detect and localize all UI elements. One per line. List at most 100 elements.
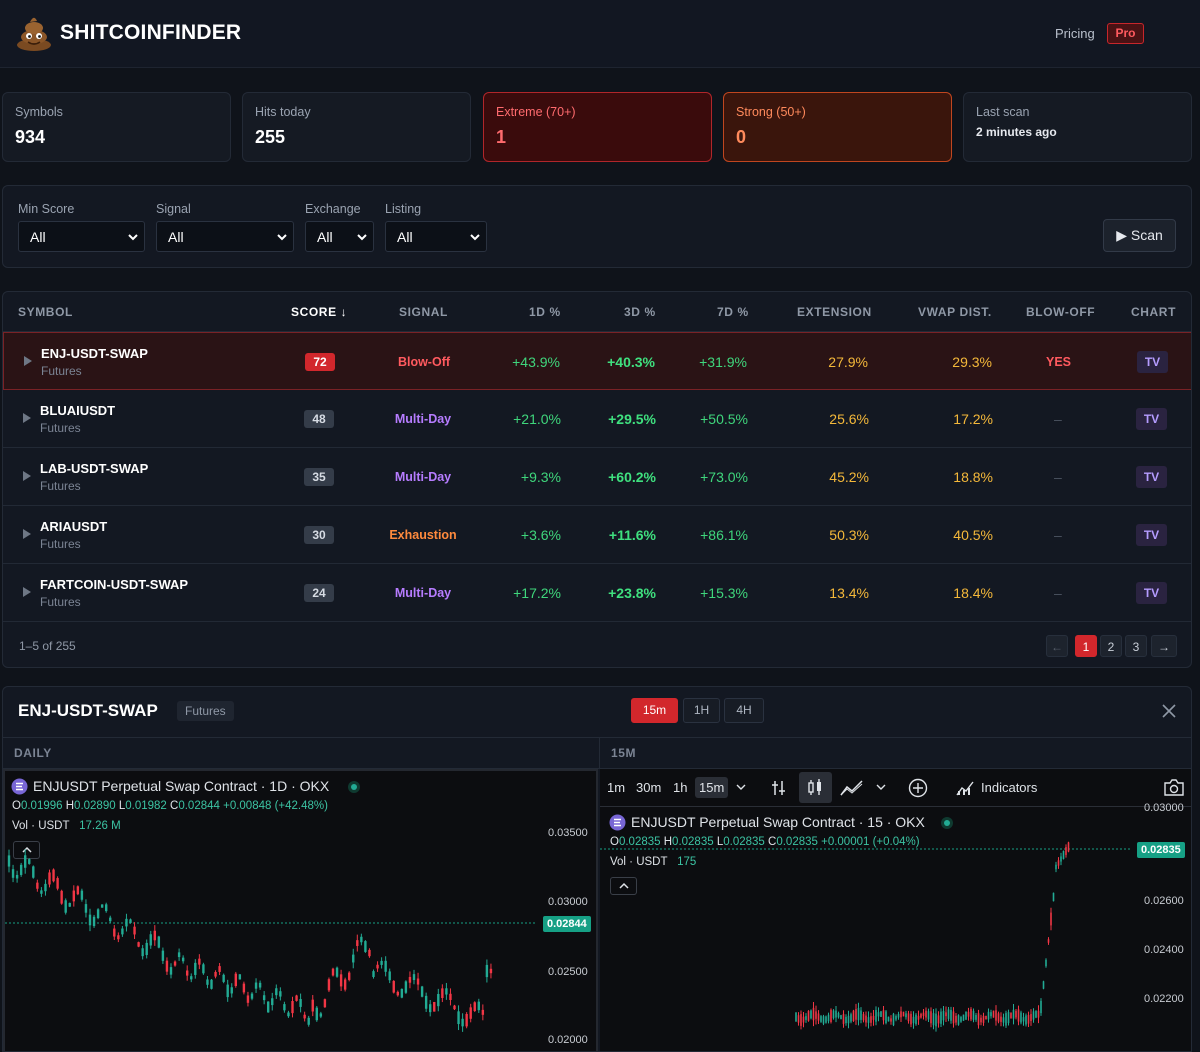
table-row[interactable]: BLUAIUSDT Futures 48 Multi-Day +21.0% +2… — [3, 390, 1191, 448]
min-score-select[interactable]: All — [18, 221, 145, 252]
candle-body — [356, 940, 359, 946]
candle-body — [56, 878, 59, 889]
stat-value: 0 — [736, 127, 747, 147]
exchange-select[interactable]: All — [305, 221, 374, 252]
candle-body — [181, 957, 185, 962]
candle-body — [1050, 912, 1052, 926]
camera-icon[interactable] — [1163, 778, 1185, 797]
candle-body — [990, 1012, 992, 1017]
poop-logo-icon[interactable] — [14, 12, 54, 52]
filter-bar: Min Score All Signal All Exchange All Li… — [2, 185, 1192, 268]
candle-body — [947, 1009, 950, 1019]
chevron-down-icon[interactable] — [876, 783, 886, 791]
stat-value: 934 — [15, 127, 46, 147]
interval-1h[interactable]: 1h — [673, 780, 687, 795]
candle-body — [870, 1016, 872, 1023]
candle-body — [420, 986, 424, 997]
col-extension[interactable]: EXTENSION — [797, 305, 872, 319]
listing-select[interactable]: All — [385, 221, 487, 252]
page-2-button[interactable]: 2 — [1100, 635, 1122, 657]
candle-body — [368, 949, 371, 957]
tradingview-button[interactable]: TV — [1137, 351, 1168, 373]
pricing-link[interactable]: Pricing — [1055, 26, 1095, 41]
col-symbol[interactable]: SYMBOL — [18, 305, 73, 319]
candle-body — [832, 1010, 835, 1019]
interval-1m[interactable]: 1m — [607, 780, 625, 795]
candle-body — [117, 935, 120, 940]
compare-icon[interactable] — [770, 779, 788, 797]
interval-30m[interactable]: 30m — [636, 780, 661, 795]
col-7d[interactable]: 7D % — [717, 305, 749, 319]
candle-body — [1060, 856, 1062, 862]
page-1-button[interactable]: 1 — [1075, 635, 1097, 657]
candle-body — [105, 904, 108, 912]
tradingview-button[interactable]: TV — [1136, 466, 1167, 488]
scan-button[interactable]: ▶ Scan — [1103, 219, 1176, 252]
col-chart: CHART — [1131, 305, 1176, 319]
candle-body — [173, 961, 177, 966]
candle-body — [1037, 1010, 1040, 1018]
intraday-chart[interactable]: 1m 30m 1h 15m Indicators ENJUSDT Perpetu… — [600, 769, 1191, 1051]
candle-body — [392, 981, 395, 993]
daily-candles — [5, 849, 535, 1032]
tradingview-button[interactable]: TV — [1136, 408, 1167, 430]
expand-caret-icon[interactable] — [23, 529, 31, 539]
pro-badge[interactable]: Pro — [1107, 23, 1144, 44]
table-row[interactable]: ARIAUSDT Futures 30 Exhaustion +3.6% +11… — [3, 506, 1191, 564]
brand-name[interactable]: SHITCOINFINDER — [60, 21, 241, 45]
close-icon[interactable] — [1162, 704, 1176, 718]
candle-style-button[interactable] — [799, 772, 832, 803]
candle-body — [473, 1002, 476, 1012]
expand-caret-icon[interactable] — [23, 471, 31, 481]
table-row[interactable]: ENJ-USDT-SWAP Futures 72 Blow-Off +43.9%… — [3, 332, 1191, 390]
timeframe-1h-button[interactable]: 1H — [683, 698, 720, 723]
indicators-icon[interactable] — [956, 779, 974, 797]
candle-body — [797, 1015, 800, 1023]
candle-body — [1057, 860, 1060, 866]
candle-body — [925, 1010, 927, 1018]
candle-body — [206, 979, 209, 985]
tradingview-button[interactable]: TV — [1136, 582, 1167, 604]
last-price-tag: 0.02844 — [543, 916, 591, 932]
chevron-down-icon[interactable] — [736, 783, 746, 791]
expand-caret-icon[interactable] — [23, 413, 31, 423]
signal-select[interactable]: All — [156, 221, 294, 252]
vwap-value: 17.2% — [953, 411, 993, 427]
candle-body — [157, 936, 161, 948]
expand-caret-icon[interactable] — [24, 356, 32, 366]
candle-body — [24, 855, 27, 868]
candle-body — [892, 1013, 895, 1026]
page-3-button[interactable]: 3 — [1125, 635, 1147, 657]
col-vwap[interactable]: VWAP DIST. — [918, 305, 992, 319]
timeframe-15m-button[interactable]: 15m — [631, 698, 678, 723]
col-score[interactable]: SCORE ↓ — [291, 305, 347, 319]
col-3d[interactable]: 3D % — [624, 305, 656, 319]
tradingview-button[interactable]: TV — [1136, 524, 1167, 546]
candle-body — [877, 1012, 880, 1017]
interval-15m[interactable]: 15m — [695, 777, 729, 798]
candle-body — [44, 883, 47, 892]
col-signal[interactable]: SIGNAL — [399, 305, 448, 319]
col-blowoff[interactable]: BLOW-OFF — [1026, 305, 1095, 319]
area-chart-icon[interactable] — [840, 779, 864, 797]
col-1d[interactable]: 1D % — [529, 305, 561, 319]
candle-body — [303, 1014, 306, 1019]
add-icon[interactable] — [908, 778, 928, 798]
candle-body — [860, 1010, 862, 1020]
candle-body — [68, 902, 71, 907]
candle-body — [307, 1017, 310, 1025]
next-page-button[interactable]: → — [1151, 635, 1177, 657]
timeframe-4h-button[interactable]: 4H — [724, 698, 764, 723]
prev-page-button[interactable]: ← — [1046, 635, 1068, 657]
candle-body — [862, 1014, 865, 1021]
indicators-button[interactable]: Indicators — [981, 780, 1037, 795]
score-badge: 24 — [304, 584, 334, 602]
daily-chart[interactable]: ENJUSDT Perpetual Swap Contract · 1D · O… — [3, 769, 598, 1051]
table-row[interactable]: FARTCOIN-USDT-SWAP Futures 24 Multi-Day … — [3, 564, 1191, 622]
candle-body — [315, 1007, 318, 1021]
vwap-value: 18.8% — [953, 469, 993, 485]
change-7d: +73.0% — [700, 469, 748, 485]
table-row[interactable]: LAB-USDT-SWAP Futures 35 Multi-Day +9.3%… — [3, 448, 1191, 506]
symbol-type: Futures — [40, 537, 81, 551]
expand-caret-icon[interactable] — [23, 587, 31, 597]
